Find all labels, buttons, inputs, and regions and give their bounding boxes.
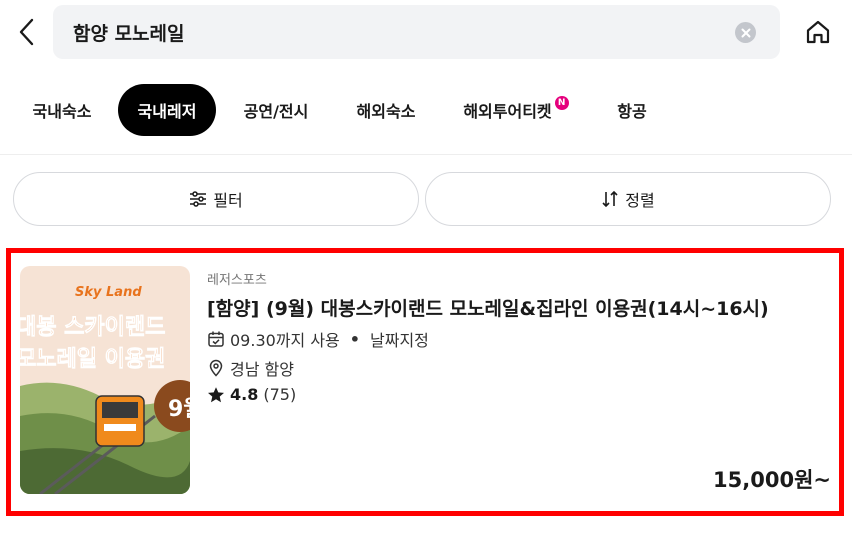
validity-row: 09.30까지 사용 • 날짜지정	[207, 327, 429, 351]
home-button[interactable]	[801, 14, 835, 50]
product-price: 15,000원~	[713, 468, 831, 492]
review-count: (75)	[263, 385, 297, 404]
location-pin-icon	[209, 359, 223, 377]
tab-performance-exhibition[interactable]: 공연/전시	[230, 84, 322, 136]
filter-label: 필터	[213, 191, 243, 210]
new-badge: N	[554, 96, 569, 110]
location-row: 경남 함양	[207, 356, 294, 380]
sort-button[interactable]: 정렬	[425, 172, 831, 226]
product-category: 레저스포츠	[207, 273, 267, 288]
tab-flight[interactable]: 항공	[604, 84, 660, 136]
sort-icon	[602, 190, 618, 208]
back-button[interactable]	[12, 14, 40, 50]
calendar-check-icon	[208, 331, 224, 347]
home-icon	[806, 20, 830, 44]
clear-search-button[interactable]	[735, 22, 756, 43]
thumbnail-line2: 모노레일 이용권	[20, 347, 165, 372]
tab-label: 해외숙소	[356, 102, 416, 121]
location-text: 경남 함양	[230, 360, 294, 379]
chevron-left-icon	[19, 18, 34, 46]
date-option: 날짜지정	[370, 331, 429, 350]
thumbnail-brand: Sky Land	[75, 285, 142, 300]
tab-domestic-stay[interactable]: 국내숙소	[18, 84, 106, 136]
filter-button[interactable]: 필터	[13, 172, 419, 226]
tab-label: 국내숙소	[32, 102, 92, 121]
tab-label: 해외투어티켓	[463, 102, 552, 121]
filter-icon	[190, 191, 207, 207]
valid-until: 09.30까지 사용	[230, 331, 340, 350]
month-badge-text: 9월	[168, 397, 190, 422]
product-thumbnail: 9월 Sky Land 대봉 스카이랜드 모노레일 이용권	[20, 266, 190, 494]
tab-overseas-stay[interactable]: 해외숙소	[342, 84, 430, 136]
star-icon	[208, 386, 224, 402]
product-info: 레저스포츠 [함양] (9월) 대봉스카이랜드 모노레일&집라인 이용권(14시…	[207, 253, 839, 511]
divider	[0, 154, 852, 155]
separator-dot: •	[349, 329, 361, 349]
top-bar	[0, 0, 852, 64]
tab-overseas-tour-ticket[interactable]: 해외투어티켓 N	[450, 84, 582, 136]
rating-row: 4.8 (75)	[207, 385, 296, 404]
rating-value: 4.8	[230, 385, 259, 404]
tab-label: 공연/전시	[243, 102, 309, 121]
tab-domestic-leisure[interactable]: 국내레저	[118, 84, 216, 136]
product-title[interactable]: [함양] (9월) 대봉스카이랜드 모노레일&집라인 이용권(14시~16시)	[207, 294, 769, 321]
tab-label: 항공	[617, 102, 647, 121]
sort-label: 정렬	[625, 191, 655, 210]
search-input[interactable]	[73, 5, 713, 59]
tab-label: 국내레저	[137, 102, 197, 121]
thumbnail-line1: 대봉 스카이랜드	[20, 315, 165, 340]
category-tabs: 국내숙소 국내레저 공연/전시 해외숙소 해외투어티켓 N 항공	[0, 82, 852, 138]
product-card[interactable]: 9월 Sky Land 대봉 스카이랜드 모노레일 이용권 레저스포츠 [함양]…	[6, 248, 844, 516]
filter-row: 필터 정렬	[0, 172, 852, 226]
search-box	[53, 5, 780, 59]
close-icon	[741, 28, 750, 37]
